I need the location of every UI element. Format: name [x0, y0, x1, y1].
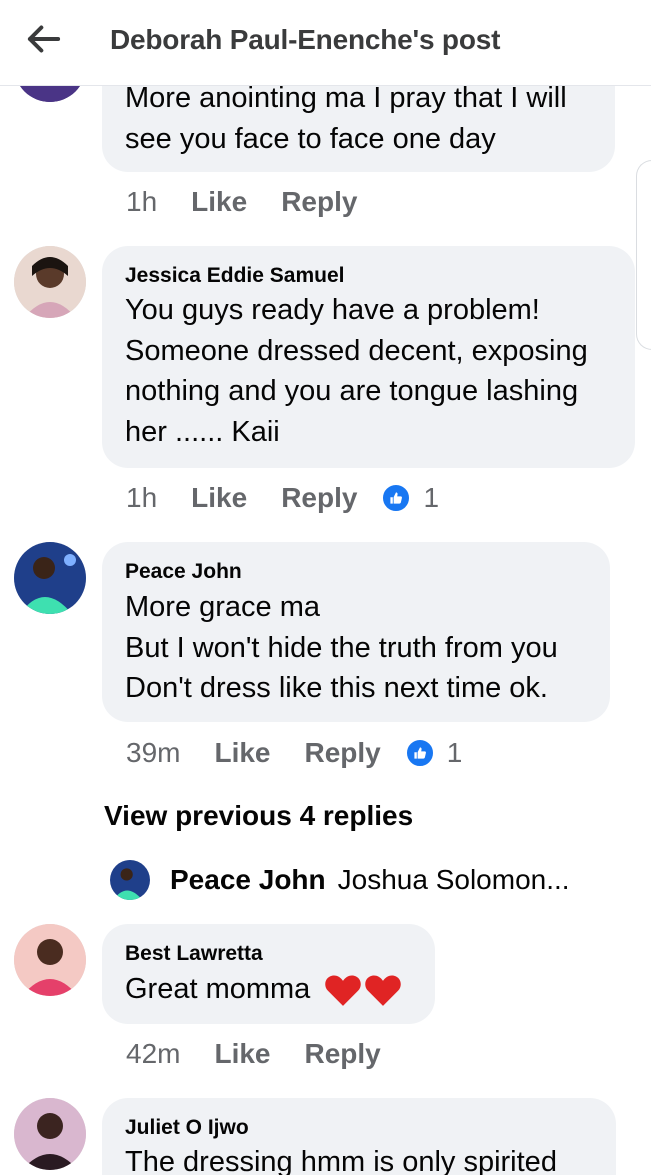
- reply-author-avatar[interactable]: [110, 860, 150, 900]
- reply-author[interactable]: Peace John: [170, 864, 326, 896]
- reply-button[interactable]: Reply: [305, 737, 381, 769]
- comment-line: Great momma: [125, 973, 311, 1005]
- comment-text: You guys ready have a problem! Someone d…: [125, 290, 588, 452]
- comment-time: 42m: [126, 1038, 181, 1069]
- reaction-count: 1: [423, 482, 440, 513]
- comment-line: The dressing hmm is only spirited: [125, 1146, 557, 1175]
- commenter-avatar[interactable]: [14, 542, 86, 614]
- comment-text: More grace ma But I won't hide the truth…: [125, 587, 558, 709]
- comment-text: Great momma: [125, 969, 404, 1010]
- red-heart-icon: [365, 975, 402, 1007]
- comment-author[interactable]: Best Lawretta: [125, 942, 263, 966]
- comment-bubble: Peace John More grace ma But I won't hid…: [102, 542, 610, 722]
- like-button[interactable]: Like: [191, 186, 247, 218]
- reply-button[interactable]: Reply: [281, 186, 357, 218]
- comment-meta: 1h Like Reply: [126, 186, 357, 218]
- comment-line: nothing and you are tongue lashing: [125, 375, 579, 407]
- comment-text: The dressing hmm is only spirited: [125, 1142, 557, 1175]
- back-button[interactable]: [24, 22, 64, 56]
- comment-line: Someone dressed decent, exposing: [125, 334, 588, 367]
- reaction-count: 1: [446, 737, 463, 768]
- page-title: Deborah Paul-Enenche's post: [110, 24, 501, 55]
- comment-line: More grace ma: [125, 591, 321, 623]
- comment-bubble: Best Lawretta Great momma: [102, 924, 435, 1024]
- view-previous-replies-link[interactable]: View previous 4 replies: [104, 800, 413, 832]
- commenter-avatar[interactable]: [14, 1098, 86, 1170]
- comment-line: her ...... Kaii: [125, 415, 280, 448]
- comment-line: see you face to face one day: [125, 122, 496, 155]
- like-button[interactable]: Like: [191, 482, 247, 514]
- comment-line: But I won't hide the truth from you: [125, 631, 558, 664]
- comment-author[interactable]: Peace John: [125, 560, 242, 584]
- commenter-avatar[interactable]: [14, 246, 86, 318]
- red-heart-icon: [325, 975, 362, 1007]
- reply-preview[interactable]: Peace John Joshua Solomon...: [110, 858, 570, 902]
- reply-snippet: Joshua Solomon...: [337, 864, 570, 895]
- like-button[interactable]: Like: [214, 1038, 270, 1070]
- side-scroll-tab[interactable]: [636, 160, 651, 350]
- commenter-avatar[interactable]: [14, 924, 86, 996]
- thumbs-up-icon: [381, 483, 412, 513]
- comment-meta: 1h Like Reply 1: [126, 482, 439, 514]
- comment-line: You guys ready have a problem!: [125, 294, 540, 326]
- heart-emojis: [324, 972, 404, 1008]
- comment-author[interactable]: Jessica Eddie Samuel: [125, 264, 344, 288]
- thumbs-up-icon: [404, 738, 435, 768]
- comment-time: 1h: [126, 482, 158, 513]
- comment-time: 39m: [126, 737, 181, 768]
- comment-bubble: Jessica Eddie Samuel You guys ready have…: [102, 246, 635, 468]
- comment-text: More anointing ma I pray that I will see…: [125, 78, 567, 159]
- arrow-left-icon: [27, 25, 61, 53]
- comment-bubble: Juliet O Ijwo The dressing hmm is only s…: [102, 1098, 616, 1175]
- reaction-summary[interactable]: 1: [381, 482, 439, 514]
- reaction-summary[interactable]: 1: [404, 737, 463, 769]
- comment-meta: 42m Like Reply: [126, 1038, 381, 1070]
- reply-button[interactable]: Reply: [305, 1038, 381, 1070]
- post-header: Deborah Paul-Enenche's post: [0, 0, 651, 86]
- comment-author[interactable]: Juliet O Ijwo: [125, 1116, 249, 1140]
- comments-feed: More anointing ma I pray that I will see…: [0, 0, 651, 1175]
- comment-line: Don't dress like this next time ok.: [125, 672, 548, 704]
- comment-time: 1h: [126, 186, 158, 217]
- like-button[interactable]: Like: [214, 737, 270, 769]
- comment-meta: 39m Like Reply 1: [126, 737, 462, 769]
- reply-button[interactable]: Reply: [281, 482, 357, 514]
